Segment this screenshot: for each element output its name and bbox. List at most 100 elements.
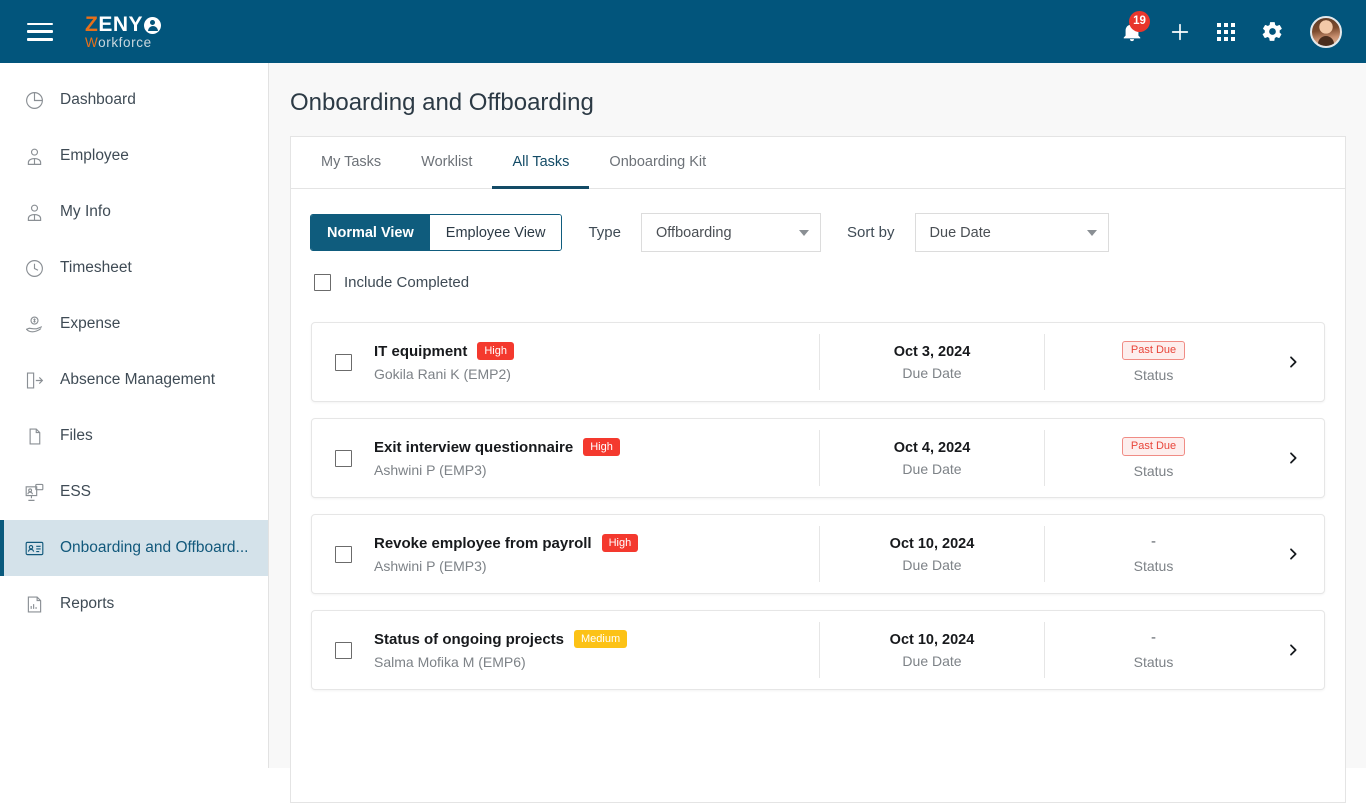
task-title-row: Status of ongoing projects Medium xyxy=(374,630,819,648)
main-content: Onboarding and Offboarding My Tasks Work… xyxy=(269,63,1366,803)
status-label: Status xyxy=(1133,557,1174,574)
top-bar-actions: 19 xyxy=(1121,10,1342,48)
priority-badge: High xyxy=(477,342,514,360)
tab-my-tasks[interactable]: My Tasks xyxy=(301,138,401,189)
due-date-label: Due Date xyxy=(902,652,962,669)
include-completed-label: Include Completed xyxy=(344,274,470,291)
task-due-date: Oct 10, 2024 xyxy=(889,535,975,552)
sidebar-item-ess[interactable]: ESS xyxy=(0,464,268,520)
sidebar-item-reports[interactable]: Reports xyxy=(0,576,268,632)
sort-by-label: Sort by xyxy=(847,224,895,241)
task-row[interactable]: Revoke employee from payroll High Ashwin… xyxy=(311,514,1325,594)
chevron-right-icon xyxy=(1290,452,1297,464)
sidebar-item-absence-management[interactable]: Absence Management xyxy=(0,352,268,408)
logo-subtitle-w: W xyxy=(85,34,99,50)
task-checkbox[interactable] xyxy=(334,545,352,563)
task-assignee: Salma Mofika M (EMP6) xyxy=(374,653,526,670)
task-checkbox-cell xyxy=(312,641,374,659)
status-label: Status xyxy=(1133,463,1174,480)
filter-controls: Normal View Employee View Type Offboardi… xyxy=(291,189,1345,291)
sidebar-item-label: My Info xyxy=(60,203,111,220)
task-status-cell: Past Due Status xyxy=(1044,430,1262,486)
sidebar-item-label: Reports xyxy=(60,595,115,612)
task-due-date: Oct 4, 2024 xyxy=(893,439,971,456)
task-due-cell: Oct 3, 2024 Due Date xyxy=(819,334,1044,390)
top-navigation-bar: Z ENY Workforce 19 xyxy=(0,0,1366,63)
sidebar-item-label: Files xyxy=(60,427,93,444)
tab-bar: My Tasks Worklist All Tasks Onboarding K… xyxy=(291,137,1345,189)
sidebar-item-onboarding-and-offboarding[interactable]: Onboarding and Offboard... xyxy=(0,520,268,576)
sidebar-item-dashboard[interactable]: Dashboard xyxy=(0,72,268,128)
task-title-row: Revoke employee from payroll High xyxy=(374,534,819,552)
sidebar-item-employee[interactable]: Employee xyxy=(0,128,268,184)
task-checkbox[interactable] xyxy=(334,641,352,659)
task-due-date: Oct 3, 2024 xyxy=(893,343,971,360)
priority-badge: Medium xyxy=(574,630,628,648)
status-value: - xyxy=(1151,533,1156,551)
logo-wordmark: Z ENY xyxy=(85,12,162,36)
hamburger-menu-icon[interactable] xyxy=(27,22,53,41)
tab-onboarding-kit[interactable]: Onboarding Kit xyxy=(589,138,726,189)
due-date-label: Due Date xyxy=(902,460,962,477)
employee-view-button[interactable]: Employee View xyxy=(429,215,562,250)
task-open-button[interactable] xyxy=(1262,642,1324,658)
sort-by-select-value: Due Date xyxy=(929,224,991,241)
include-completed-checkbox[interactable] xyxy=(314,274,331,291)
task-open-button[interactable] xyxy=(1262,546,1324,562)
task-row[interactable]: IT equipment High Gokila Rani K (EMP2) O… xyxy=(311,322,1325,402)
add-button[interactable] xyxy=(1169,21,1191,43)
settings-button[interactable] xyxy=(1261,20,1284,43)
task-checkbox[interactable] xyxy=(334,449,352,467)
priority-badge: High xyxy=(583,438,620,456)
task-open-button[interactable] xyxy=(1262,354,1324,370)
task-title: Status of ongoing projects xyxy=(374,630,564,648)
task-details: Exit interview questionnaire High Ashwin… xyxy=(374,438,819,478)
tab-all-tasks[interactable]: All Tasks xyxy=(492,138,590,189)
status-label: Status xyxy=(1133,653,1174,670)
ess-monitor-icon xyxy=(22,480,46,504)
logo-subtitle-rest: orkforce xyxy=(98,34,152,50)
sidebar-item-expense[interactable]: Expense xyxy=(0,296,268,352)
task-row[interactable]: Status of ongoing projects Medium Salma … xyxy=(311,610,1325,690)
apps-button[interactable] xyxy=(1217,22,1235,41)
task-checkbox-cell xyxy=(312,353,374,371)
logo-letters-eny: ENY xyxy=(98,12,144,36)
user-avatar[interactable] xyxy=(1310,15,1342,48)
sidebar-item-label: Onboarding and Offboard... xyxy=(60,539,249,556)
task-open-button[interactable] xyxy=(1262,450,1324,466)
sidebar-item-label: Timesheet xyxy=(60,259,132,276)
type-select[interactable]: Offboarding xyxy=(641,213,821,252)
sidebar-item-my-info[interactable]: My Info xyxy=(0,184,268,240)
clock-icon xyxy=(22,256,46,280)
status-value: - xyxy=(1151,629,1156,647)
tasks-panel: My Tasks Worklist All Tasks Onboarding K… xyxy=(290,136,1346,803)
task-title-row: IT equipment High xyxy=(374,342,819,360)
normal-view-button[interactable]: Normal View xyxy=(311,215,430,250)
app-logo[interactable]: Z ENY Workforce xyxy=(85,12,162,50)
sidebar-item-timesheet[interactable]: Timesheet xyxy=(0,240,268,296)
task-status-cell: - Status xyxy=(1044,622,1262,678)
sidebar-item-label: Expense xyxy=(60,315,121,332)
logo-subtitle: Workforce xyxy=(85,36,161,50)
task-title: Revoke employee from payroll xyxy=(374,534,592,552)
sidebar-item-label: ESS xyxy=(60,483,92,500)
plus-icon xyxy=(1171,23,1189,40)
task-row[interactable]: Exit interview questionnaire High Ashwin… xyxy=(311,418,1325,498)
sidebar-item-files[interactable]: Files xyxy=(0,408,268,464)
sort-by-select[interactable]: Due Date xyxy=(914,213,1109,252)
employee-icon xyxy=(22,144,46,168)
status-badge: Past Due xyxy=(1121,340,1186,361)
task-assignee: Ashwini P (EMP3) xyxy=(374,461,487,478)
task-due-date: Oct 10, 2024 xyxy=(889,631,975,648)
notification-count-badge: 19 xyxy=(1129,10,1150,32)
task-checkbox[interactable] xyxy=(334,353,352,371)
user-info-icon xyxy=(22,200,46,224)
task-due-cell: Oct 10, 2024 Due Date xyxy=(819,622,1044,678)
sidebar-navigation: Dashboard Employee My Info Timesheet Exp… xyxy=(0,63,269,768)
task-assignee: Ashwini P (EMP3) xyxy=(374,557,487,574)
pie-chart-icon xyxy=(22,88,46,112)
notifications-button[interactable]: 19 xyxy=(1121,10,1150,43)
task-title: Exit interview questionnaire xyxy=(374,438,574,456)
tab-worklist[interactable]: Worklist xyxy=(401,138,492,189)
sidebar-item-label: Employee xyxy=(60,147,129,164)
